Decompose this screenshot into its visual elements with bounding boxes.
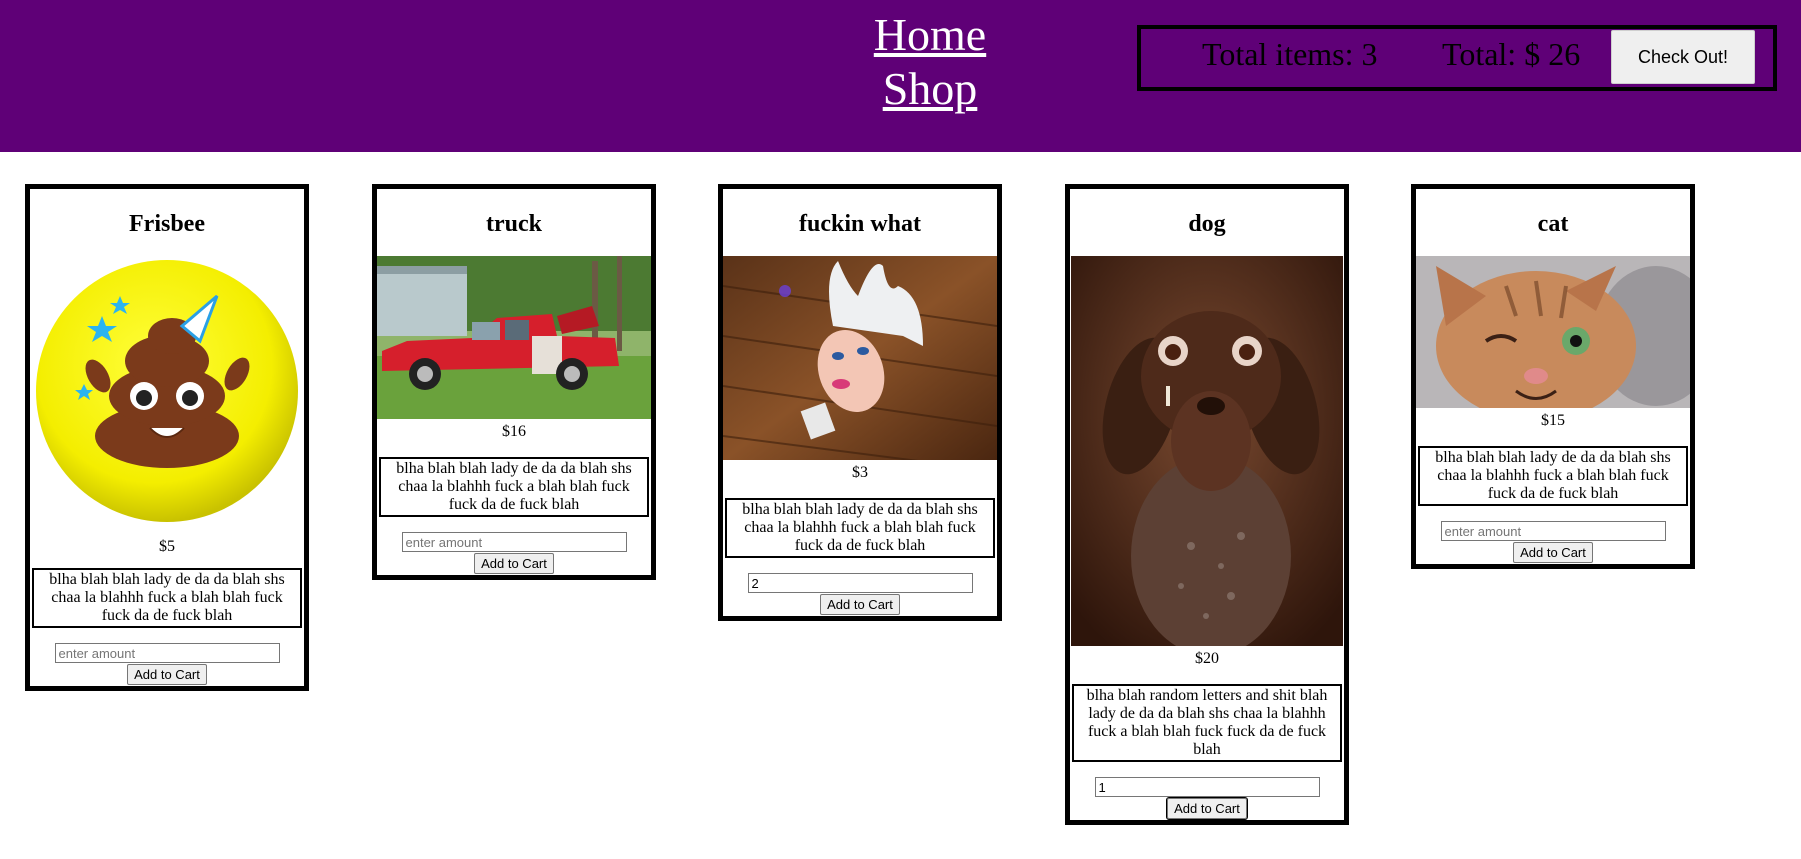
add-to-cart-form: Add to Cart <box>723 558 997 615</box>
add-to-cart-form: Add to Cart <box>1070 762 1344 820</box>
product-title: dog <box>1188 211 1226 237</box>
product-title: truck <box>486 211 542 237</box>
nav-shop-link[interactable]: Shop <box>830 62 1030 116</box>
amount-input[interactable] <box>401 532 627 552</box>
product-description: blha blah random letters and shit blah l… <box>1072 684 1342 762</box>
product-price: $20 <box>1195 650 1219 667</box>
product-card-truck: truck $16 blha blah blah lady de da da b… <box>372 184 656 580</box>
product-card-fuckin-what: fuckin what $3 blha blah blah lady de da… <box>718 184 1002 621</box>
product-card-cat: cat $15 blha blah blah lady de da da bla… <box>1411 184 1695 569</box>
product-description: blha blah blah lady de da da blah shs ch… <box>1418 446 1688 506</box>
checkout-button[interactable]: Check Out! <box>1611 30 1755 84</box>
product-description: blha blah blah lady de da da blah shs ch… <box>379 457 649 517</box>
amount-input[interactable] <box>1094 777 1320 797</box>
add-to-cart-form: Add to Cart <box>30 628 304 685</box>
product-title: Frisbee <box>129 211 205 237</box>
add-to-cart-form: Add to Cart <box>1416 506 1690 563</box>
cart-summary: Total items: 3 Total: $ 26 Check Out! <box>1137 25 1777 91</box>
add-to-cart-form: Add to Cart <box>377 517 651 574</box>
dog-image <box>1071 256 1343 646</box>
cat-image <box>1416 256 1690 408</box>
amount-input[interactable] <box>747 573 973 593</box>
add-to-cart-button[interactable]: Add to Cart <box>1513 542 1593 563</box>
product-price: $15 <box>1541 412 1565 429</box>
main-nav: Home Shop <box>830 8 1030 116</box>
product-card-dog: dog $20 blha blah random letters and shi… <box>1065 184 1349 825</box>
product-description: blha blah blah lady de da da blah shs ch… <box>725 498 995 558</box>
product-card-frisbee: Frisbee $5 blha blah blah lady de da da … <box>25 184 309 691</box>
amount-input[interactable] <box>54 643 280 663</box>
frisbee-image <box>36 260 298 522</box>
product-title: fuckin what <box>798 211 922 237</box>
product-title: cat <box>1537 211 1569 237</box>
product-price: $3 <box>852 464 868 481</box>
cart-total-price: Total: $ 26 <box>1442 36 1581 72</box>
add-to-cart-button[interactable]: Add to Cart <box>1166 797 1248 820</box>
truck-image <box>377 256 651 419</box>
add-to-cart-button[interactable]: Add to Cart <box>820 594 900 615</box>
product-description: blha blah blah lady de da da blah shs ch… <box>32 568 302 628</box>
add-to-cart-button[interactable]: Add to Cart <box>127 664 207 685</box>
site-header: Home Shop Total items: 3 Total: $ 26 Che… <box>0 0 1801 152</box>
amount-input[interactable] <box>1440 521 1666 541</box>
product-price: $5 <box>159 538 175 555</box>
product-price: $16 <box>502 423 526 440</box>
nav-home-link[interactable]: Home <box>830 8 1030 62</box>
add-to-cart-button[interactable]: Add to Cart <box>474 553 554 574</box>
cart-total-items: Total items: 3 <box>1202 36 1378 72</box>
doll-head-usb-image <box>723 256 997 460</box>
